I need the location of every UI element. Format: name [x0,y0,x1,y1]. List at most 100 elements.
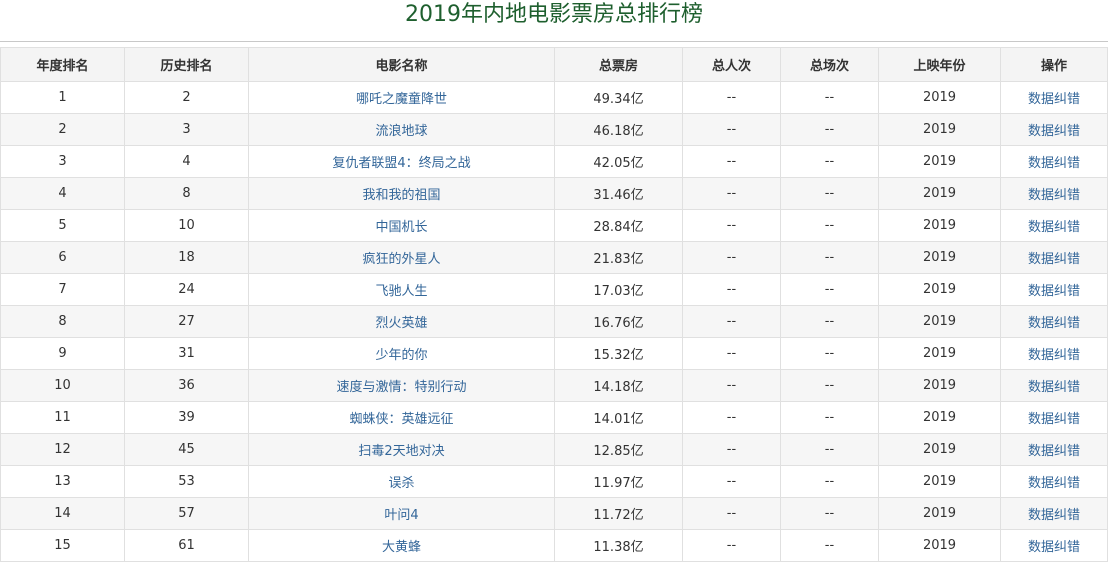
history-rank-cell: 53 [178,474,195,489]
col-header-release-year: 上映年份 [878,47,1001,82]
movie-name-link[interactable]: 复仇者联盟4：终局之战 [332,156,470,171]
data-correction-link[interactable]: 数据纠错 [1028,220,1080,235]
movie-name-link[interactable]: 大黄蜂 [382,540,421,555]
attendance-cell: -- [726,474,737,489]
history-rank-cell: 3 [124,113,249,146]
data-correction-link[interactable]: 数据纠错 [1028,380,1080,395]
release-year-cell: 2019 [922,218,957,233]
data-correction-link[interactable]: 数据纠错 [1028,252,1080,267]
data-correction-link[interactable]: 数据纠错 [1028,316,1080,331]
movie-name-link[interactable]: 误杀 [388,476,414,491]
movie-name-link[interactable]: 飞驰人生 [375,284,427,299]
title-divider [0,41,1108,42]
data-correction-link[interactable]: 数据纠错 [1028,476,1080,491]
data-correction-link[interactable]: 数据纠错 [1028,412,1080,427]
history-rank-cell: 24 [124,273,249,306]
attendance-cell: -- [726,314,737,329]
table-row: 10 36 速度与激情：特别行动 14.18亿 -- -- 2019 数据纠错 [0,369,1108,402]
data-correction-link[interactable]: 数据纠错 [1028,444,1080,459]
attendance-cell: -- [682,113,781,146]
release-year-cell: 2019 [878,209,1001,242]
data-correction-cell: 数据纠错 [1000,529,1108,562]
data-correction-cell: 数据纠错 [1000,497,1108,530]
movie-name-link[interactable]: 疯狂的外星人 [362,252,440,267]
movie-name-link[interactable]: 流浪地球 [375,124,427,139]
col-header-total-attendance: 总人次 [682,47,781,82]
attendance-cell: -- [682,145,781,178]
showings-cell: -- [780,305,879,338]
showings-cell: -- [824,538,835,553]
history-rank-cell: 18 [178,250,195,265]
data-correction-link[interactable]: 数据纠错 [1028,156,1080,171]
attendance-cell: -- [726,442,737,457]
year-rank-cell: 9 [58,346,67,361]
movie-name-link[interactable]: 蜘蛛侠：英雄远征 [349,412,453,427]
data-correction-link[interactable]: 数据纠错 [1028,540,1080,555]
history-rank-cell: 45 [124,433,249,466]
data-correction-cell: 数据纠错 [1000,145,1108,178]
attendance-cell: -- [726,538,737,553]
release-year-cell: 2019 [922,346,957,361]
showings-cell: -- [824,154,835,169]
release-year-cell: 2019 [922,378,957,393]
showings-cell: -- [824,250,835,265]
movie-name-link[interactable]: 扫毒2天地对决 [358,444,444,459]
history-rank-cell: 24 [178,282,195,297]
history-rank-cell: 39 [178,410,195,425]
year-rank-cell: 6 [0,241,125,274]
movie-name-link[interactable]: 少年的你 [375,348,427,363]
attendance-cell: -- [726,282,737,297]
showings-cell: -- [780,145,879,178]
showings-cell: -- [780,497,879,530]
release-year-cell: 2019 [878,401,1001,434]
showings-cell: -- [780,81,879,114]
release-year-cell: 2019 [878,145,1001,178]
year-rank-cell: 4 [0,177,125,210]
attendance-cell: -- [726,154,737,169]
showings-cell: -- [780,241,879,274]
year-rank-cell: 8 [0,305,125,338]
attendance-cell: -- [682,305,781,338]
release-year-cell: 2019 [878,273,1001,306]
box-office-cell: 42.05亿 [554,145,683,178]
data-correction-cell: 数据纠错 [1000,401,1108,434]
data-correction-link[interactable]: 数据纠错 [1028,188,1080,203]
history-rank-cell: 53 [124,465,249,498]
release-year-cell: 2019 [922,506,957,521]
year-rank-cell: 2 [0,113,125,146]
movie-name-link[interactable]: 哪吒之魔童降世 [356,92,447,107]
attendance-cell: -- [682,81,781,114]
movie-name-cell: 扫毒2天地对决 [248,433,555,466]
data-correction-link[interactable]: 数据纠错 [1028,92,1080,107]
year-rank-cell: 12 [0,433,125,466]
history-rank-cell: 3 [182,122,191,137]
movie-name-cell: 大黄蜂 [248,529,555,562]
data-correction-link[interactable]: 数据纠错 [1028,348,1080,363]
movie-name-link[interactable]: 速度与激情：特别行动 [336,380,466,395]
showings-cell: -- [824,218,835,233]
movie-name-cell: 流浪地球 [248,113,555,146]
release-year-cell: 2019 [878,465,1001,498]
attendance-cell: -- [726,346,737,361]
showings-cell: -- [780,369,879,402]
history-rank-cell: 57 [124,497,249,530]
data-correction-cell: 数据纠错 [1000,305,1108,338]
year-rank-cell: 6 [58,250,67,265]
movie-name-link[interactable]: 烈火英雄 [375,316,427,331]
data-correction-link[interactable]: 数据纠错 [1028,508,1080,523]
box-office-cell: 28.84亿 [593,220,644,235]
box-office-cell: 21.83亿 [554,241,683,274]
showings-cell: -- [824,410,835,425]
release-year-cell: 2019 [922,474,957,489]
movie-name-link[interactable]: 我和我的祖国 [362,188,440,203]
movie-name-link[interactable]: 叶问4 [384,508,418,523]
release-year-cell: 2019 [922,314,957,329]
movie-name-link[interactable]: 中国机长 [375,220,427,235]
history-rank-cell: 2 [182,90,191,105]
col-header-movie-name: 电影名称 [248,47,555,82]
attendance-cell: -- [726,218,737,233]
data-correction-link[interactable]: 数据纠错 [1028,124,1080,139]
history-rank-cell: 57 [178,506,195,521]
attendance-cell: -- [682,177,781,210]
data-correction-link[interactable]: 数据纠错 [1028,284,1080,299]
